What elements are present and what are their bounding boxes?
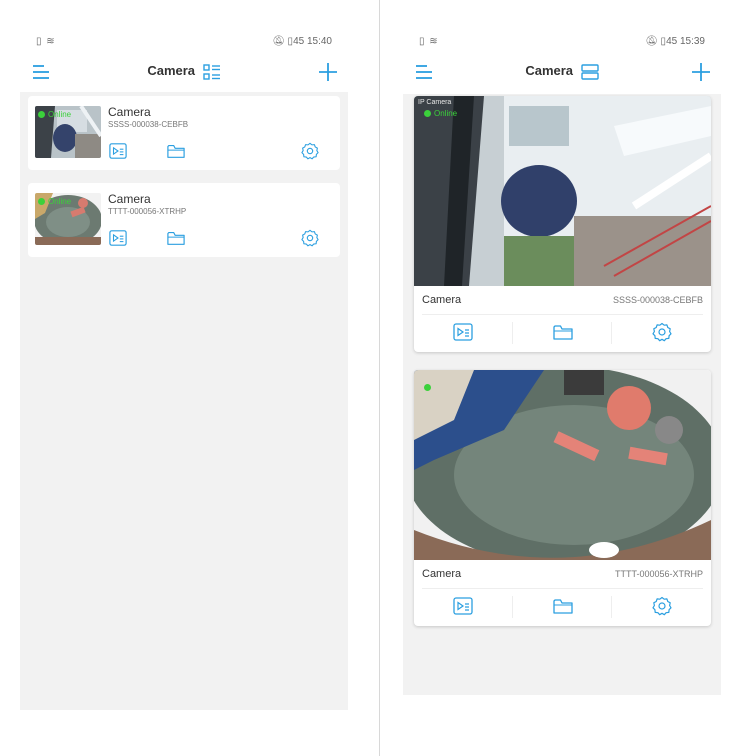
action-separator [611, 596, 612, 618]
page-title: Camera [147, 63, 196, 78]
settings-icon[interactable] [651, 322, 673, 342]
sim-wifi-icon: ▯ ≋ [419, 36, 439, 47]
device-id: TTTT-000056-XTRHP [614, 569, 703, 579]
folder-icon[interactable] [552, 596, 574, 616]
device-id: SSSS-000038-CEBFB [612, 295, 703, 305]
folder-icon[interactable] [552, 322, 574, 342]
folder-icon[interactable] [166, 142, 186, 160]
camera-live-preview[interactable] [414, 96, 711, 286]
status-time: 15:40 [306, 36, 332, 47]
device-list: Online Camera SSSS-000038-CEBFB Online C… [20, 92, 348, 710]
grid-view-toggle-icon[interactable] [202, 63, 221, 80]
device-card[interactable]: Camera TTTT-000056-XTRHP [414, 370, 711, 626]
right-phone-screen: ▯ ≋ 🔕︎ ▯45 15:39 Camera IP Camera Online… [403, 28, 721, 695]
device-name: Camera [422, 568, 462, 580]
add-device-icon[interactable] [318, 62, 338, 82]
folder-icon[interactable] [166, 229, 186, 247]
online-indicator: Online [424, 109, 457, 118]
camera-overlay-label: IP Camera [418, 99, 452, 106]
app-bar: Camera [403, 56, 721, 92]
card-divider [422, 588, 703, 589]
action-separator [512, 322, 513, 344]
device-name: Camera [422, 294, 462, 306]
device-grid: IP Camera Online Camera SSSS-000038-CEBF… [403, 94, 721, 695]
playback-icon[interactable] [108, 142, 128, 160]
status-bar: ▯ ≋ 🔕︎ ▯45 15:40 [20, 28, 348, 56]
list-view-toggle-icon[interactable] [580, 63, 599, 80]
status-right: 🔕︎ ▯45 15:40 [272, 36, 332, 47]
action-separator [611, 322, 612, 344]
camera-live-preview[interactable] [414, 370, 711, 560]
device-name: Camera [108, 105, 151, 119]
mute-icon: 🔕︎ [272, 36, 288, 47]
camera-thumbnail[interactable]: Online [35, 193, 101, 245]
settings-icon[interactable] [651, 596, 673, 616]
online-indicator: Online [38, 197, 71, 206]
action-separator [512, 596, 513, 618]
settings-icon[interactable] [300, 229, 320, 247]
online-indicator [424, 383, 434, 392]
device-card[interactable]: IP Camera Online Camera SSSS-000038-CEBF… [414, 96, 711, 352]
status-right: 🔕︎ ▯45 15:39 [645, 36, 705, 47]
playback-icon[interactable] [452, 322, 474, 342]
mute-icon: 🔕︎ [645, 36, 661, 47]
battery-level: 45 [666, 36, 678, 47]
settings-icon[interactable] [300, 142, 320, 160]
screen-divider [379, 0, 380, 756]
status-bar: ▯ ≋ 🔕︎ ▯45 15:39 [403, 28, 721, 56]
card-divider [422, 314, 703, 315]
left-phone-screen: ▯ ≋ 🔕︎ ▯45 15:40 Camera Online Camera SS… [20, 28, 348, 710]
battery-level: 45 [293, 36, 305, 47]
device-card[interactable]: Online Camera TTTT-000056-XTRHP [28, 183, 340, 257]
app-bar: Camera [20, 56, 348, 92]
playback-icon[interactable] [452, 596, 474, 616]
camera-thumbnail[interactable]: Online [35, 106, 101, 158]
page-title: Camera [525, 63, 574, 78]
sim-wifi-icon: ▯ ≋ [36, 36, 56, 47]
online-indicator: Online [38, 110, 71, 119]
add-device-icon[interactable] [691, 62, 711, 82]
device-id: SSSS-000038-CEBFB [108, 120, 189, 129]
device-id: TTTT-000056-XTRHP [108, 207, 187, 216]
device-card[interactable]: Online Camera SSSS-000038-CEBFB [28, 96, 340, 170]
device-name: Camera [108, 192, 151, 206]
playback-icon[interactable] [108, 229, 128, 247]
status-time: 15:39 [679, 36, 705, 47]
